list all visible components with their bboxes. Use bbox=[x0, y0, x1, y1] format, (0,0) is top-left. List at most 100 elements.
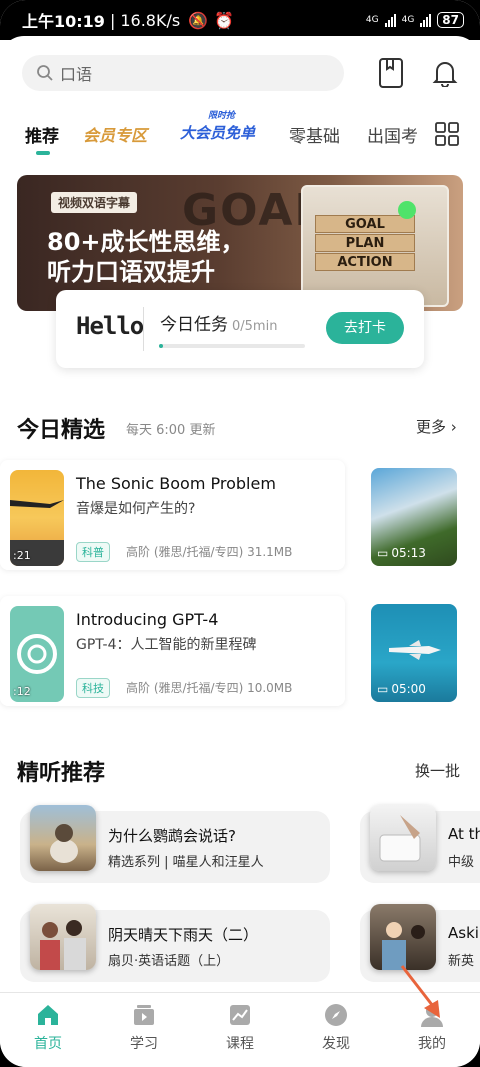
nav-discover[interactable]: 发现 bbox=[296, 1003, 376, 1053]
side-video-thumb[interactable]: ▭ 05:00 bbox=[371, 604, 457, 702]
listening-item-subtitle: 中级 bbox=[448, 855, 475, 870]
side-video-duration: ▭ 05:13 bbox=[377, 546, 426, 560]
category-badge: 科普 bbox=[76, 542, 110, 562]
chevron-right-icon: › bbox=[450, 418, 457, 436]
banner-block-goal: GOAL bbox=[315, 215, 415, 233]
video-icon: ▭ bbox=[377, 546, 389, 560]
status-right: 4G 4G 87 bbox=[366, 12, 464, 28]
listening-thumb bbox=[370, 904, 436, 970]
daily-task-card[interactable]: Hello 今日任务 0/5min 去打卡 bbox=[56, 290, 424, 368]
nav-study[interactable]: 学习 bbox=[104, 1003, 184, 1053]
hello-logo: Hello bbox=[76, 312, 144, 340]
listening-item-title: 为什么鹦鹉会说话? bbox=[108, 827, 236, 845]
nav-home-label: 首页 bbox=[34, 1036, 62, 1052]
task-progress-bar bbox=[159, 344, 305, 348]
green-dot bbox=[398, 201, 416, 219]
listening-item-title: Aski bbox=[448, 924, 479, 942]
featured-item[interactable]: :12 Introducing GPT-4 GPT-4：人工智能的新里程碑 科技… bbox=[0, 596, 345, 706]
bookmark-book-icon[interactable] bbox=[378, 57, 404, 89]
status-bar: 上午10:19 | 16.8K/s 🔕 ⏰ 4G 4G 87 bbox=[0, 0, 480, 40]
airplane-icon bbox=[389, 640, 441, 660]
banner-tag: 视频双语字幕 bbox=[51, 192, 138, 213]
listening-item-title: At th bbox=[448, 825, 480, 843]
listening-title: 精听推荐 bbox=[17, 761, 106, 786]
study-icon bbox=[134, 1005, 154, 1025]
refresh-button[interactable]: 换一批 bbox=[415, 760, 460, 781]
nav-course-label: 课程 bbox=[226, 1036, 254, 1052]
phone-screen: 上午10:19 | 16.8K/s 🔕 ⏰ 4G 4G 87 口语 推荐 会员专… bbox=[0, 0, 480, 1067]
people-icon bbox=[382, 922, 425, 970]
search-bar[interactable]: 口语 bbox=[22, 55, 344, 91]
bell-icon[interactable] bbox=[432, 59, 458, 87]
task-title: 今日任务 0/5min bbox=[160, 315, 278, 335]
task-progress-text: 0/5min bbox=[232, 319, 278, 334]
nav-home[interactable]: 首页 bbox=[8, 1003, 88, 1053]
video-icon: ▭ bbox=[377, 682, 389, 696]
tab-beginner[interactable]: 零基础 bbox=[289, 122, 340, 147]
listening-thumb bbox=[30, 805, 96, 871]
banner-photo: GOAL PLAN ACTION bbox=[301, 185, 449, 307]
net-label-1: 4G bbox=[365, 15, 379, 25]
signal-icon-2 bbox=[420, 13, 432, 27]
status-speed: 16.8K/s bbox=[120, 10, 181, 30]
featured-item-subtitle: 音爆是如何产生的? bbox=[76, 501, 196, 517]
tab-big-vip-label: 大会员免单 bbox=[180, 124, 256, 142]
featured-item-meta: 高阶 (雅思/托福/专四) 10.0MB bbox=[126, 681, 293, 695]
people-icon bbox=[40, 920, 86, 970]
hand-icon bbox=[379, 815, 421, 862]
featured-item-title: The Sonic Boom Problem bbox=[76, 474, 276, 493]
mute-icon: 🔕 bbox=[188, 10, 209, 30]
listening-item[interactable]: 为什么鹦鹉会说话? 精选系列 | 喵星人和汪星人 bbox=[20, 805, 330, 883]
side-video-duration: ▭ 05:00 bbox=[377, 682, 426, 696]
featured-item-title: Introducing GPT-4 bbox=[76, 610, 219, 629]
thumb-duration: :12 bbox=[13, 685, 31, 698]
nav-course[interactable]: 课程 bbox=[200, 1003, 280, 1053]
check-in-button[interactable]: 去打卡 bbox=[326, 312, 404, 344]
listening-item[interactable]: 阴天晴天下雨天（二） 扇贝·英语话题（上） bbox=[20, 904, 330, 982]
featured-thumb: :21 bbox=[10, 470, 64, 566]
listening-item[interactable]: At th 中级 bbox=[360, 805, 480, 883]
battery-icon: 87 bbox=[437, 12, 464, 28]
thumb-duration: :21 bbox=[13, 549, 31, 562]
main-content: 口语 推荐 会员专区 限时抢 大会员免单 零基础 出国考 GOAL GOAL P… bbox=[0, 36, 480, 992]
grid-menu-icon[interactable] bbox=[435, 122, 459, 146]
listening-item-subtitle: 扇贝·英语话题（上） bbox=[108, 954, 230, 969]
banner-block-action: ACTION bbox=[315, 253, 415, 271]
listening-thumb bbox=[30, 904, 96, 970]
side-video-thumb[interactable]: ▭ 05:13 bbox=[371, 468, 457, 566]
tab-big-vip[interactable]: 限时抢 大会员免单 bbox=[180, 111, 256, 143]
tab-abroad-exam[interactable]: 出国考 bbox=[367, 122, 418, 147]
net-label-2: 4G bbox=[401, 15, 415, 25]
pointer-arrow-icon bbox=[400, 965, 440, 1018]
featured-subtitle: 每天 6:00 更新 bbox=[126, 423, 216, 438]
tab-big-vip-small: 限时抢 bbox=[208, 111, 236, 121]
tab-indicator bbox=[36, 151, 50, 155]
featured-title: 今日精选 bbox=[17, 418, 106, 443]
featured-item-subtitle: GPT-4：人工智能的新里程碑 bbox=[76, 637, 257, 653]
featured-more-link[interactable]: 更多 › bbox=[416, 416, 457, 437]
alarm-icon: ⏰ bbox=[214, 10, 235, 30]
search-placeholder: 口语 bbox=[60, 65, 93, 84]
listening-item-title: 阴天晴天下雨天（二） bbox=[108, 926, 259, 944]
featured-thumb: :12 bbox=[10, 606, 64, 702]
search-icon bbox=[37, 65, 53, 81]
compass-icon bbox=[325, 1004, 347, 1026]
tab-vip-zone[interactable]: 会员专区 bbox=[83, 122, 147, 146]
home-icon bbox=[38, 1005, 58, 1025]
signal-icon bbox=[384, 13, 396, 27]
banner-line2: 听力口语双提升 bbox=[47, 258, 215, 286]
nav-profile-label: 我的 bbox=[418, 1036, 446, 1052]
nav-study-label: 学习 bbox=[130, 1036, 158, 1052]
tab-recommend[interactable]: 推荐 bbox=[25, 122, 59, 147]
dog-icon bbox=[50, 824, 78, 863]
course-icon bbox=[230, 1005, 250, 1025]
listening-item-subtitle: 精选系列 | 喵星人和汪星人 bbox=[108, 855, 264, 870]
featured-item-meta: 高阶 (雅思/托福/专四) 31.1MB bbox=[126, 545, 293, 559]
nav-discover-label: 发现 bbox=[322, 1036, 350, 1052]
featured-item[interactable]: :21 The Sonic Boom Problem 音爆是如何产生的? 科普 … bbox=[0, 460, 345, 570]
listening-item-subtitle: 新英 bbox=[448, 954, 475, 969]
listening-thumb bbox=[370, 805, 436, 871]
category-tabs: 推荐 会员专区 限时抢 大会员免单 零基础 出国考 bbox=[0, 111, 480, 164]
status-time: 上午10:19 bbox=[22, 12, 105, 31]
banner-block-plan: PLAN bbox=[315, 234, 415, 252]
